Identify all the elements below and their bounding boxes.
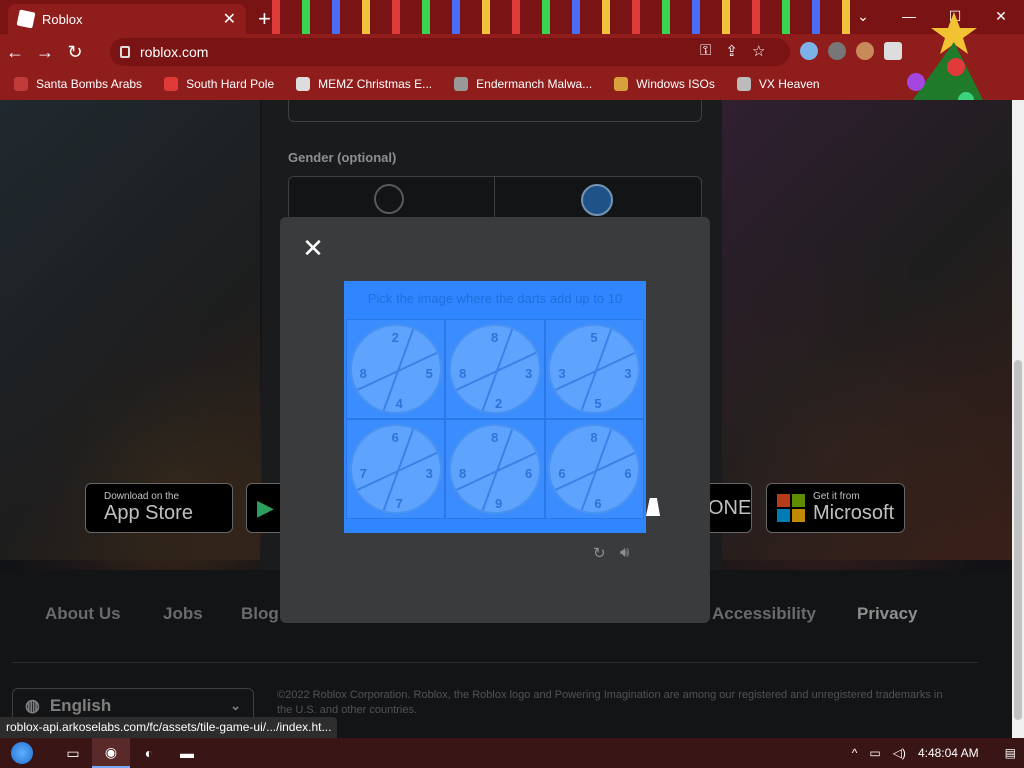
bookmark-label: MEMZ Christmas E... bbox=[318, 77, 433, 91]
dartboard-number: 4 bbox=[395, 396, 403, 411]
captcha-tile[interactable]: 8 8 2 3 bbox=[445, 319, 545, 419]
dartboard-number: 5 bbox=[594, 396, 602, 411]
bookmark-item[interactable]: Endermanch Malwa... bbox=[454, 77, 592, 91]
bookmark-item[interactable]: VX Heaven bbox=[736, 77, 820, 91]
dartboard-image: 2 8 4 5 bbox=[349, 324, 442, 414]
captcha-instruction: Pick the image where the darts add up to… bbox=[344, 281, 646, 317]
bookmark-label: Windows ISOs bbox=[636, 77, 715, 91]
dartboard-number: 8 bbox=[458, 366, 467, 381]
dartboard-number: 2 bbox=[391, 330, 399, 345]
dartboard-number: 6 bbox=[558, 466, 566, 481]
file-explorer-taskbar-icon[interactable]: ▬ bbox=[168, 738, 206, 768]
bookmark-favicon-icon bbox=[736, 77, 751, 91]
start-button[interactable] bbox=[0, 738, 44, 768]
bookmark-item[interactable]: South Hard Pole bbox=[164, 77, 274, 91]
dartboard-number: 6 bbox=[594, 496, 602, 511]
dartboard-number: 8 bbox=[458, 466, 467, 481]
dartboard-number: 8 bbox=[490, 430, 499, 445]
address-bar[interactable]: roblox.com bbox=[110, 38, 790, 66]
dartboard-number: 6 bbox=[391, 430, 399, 445]
dartboard-number: 2 bbox=[494, 396, 503, 411]
bookmark-label: South Hard Pole bbox=[186, 77, 275, 91]
dartboard-number: 6 bbox=[524, 466, 533, 481]
windows-orb-icon bbox=[11, 742, 33, 764]
dartboard-image: 8 6 6 6 bbox=[548, 424, 641, 514]
firefox-taskbar-icon[interactable]: ◐ bbox=[130, 738, 168, 768]
bookmark-label: Endermanch Malwa... bbox=[476, 77, 593, 91]
lock-icon[interactable] bbox=[120, 46, 130, 58]
dartboard-number: 5 bbox=[425, 366, 433, 381]
extension-icon[interactable] bbox=[828, 42, 846, 60]
page-scrollbar[interactable] bbox=[1012, 100, 1024, 738]
captcha-tile[interactable]: 8 6 6 6 bbox=[544, 419, 644, 519]
forward-icon[interactable]: → bbox=[30, 42, 60, 63]
status-bar-url: roblox-api.arkoselabs.com/fc/assets/tile… bbox=[0, 717, 338, 738]
christmas-lights-decoration bbox=[250, 0, 850, 34]
dartboard-number: 7 bbox=[359, 466, 367, 481]
bookmark-item[interactable]: MEMZ Christmas E... bbox=[296, 77, 432, 91]
dartboard-number: 3 bbox=[558, 366, 566, 381]
dartboard-image: 8 8 2 3 bbox=[448, 324, 541, 414]
dartboard-number: 3 bbox=[624, 366, 632, 381]
scroll-thumb[interactable] bbox=[1014, 360, 1022, 720]
captcha-tile[interactable]: 6 7 7 3 bbox=[346, 419, 446, 519]
close-tab-icon[interactable]: ✕ bbox=[223, 9, 236, 29]
captcha-tile[interactable]: 5 3 5 3 bbox=[544, 319, 644, 419]
dartboard-number: 8 bbox=[590, 430, 598, 445]
omnibox-actions: ⚿ ⇪ ☆ bbox=[700, 42, 765, 60]
bookmark-favicon-icon bbox=[614, 77, 629, 91]
url-text: roblox.com bbox=[140, 44, 209, 60]
system-tray: ^ ▭ ◁) 4:48:04 AM ▤ bbox=[852, 746, 1024, 760]
chrome-taskbar-icon[interactable]: ◉ bbox=[92, 738, 130, 768]
bookmark-favicon-icon bbox=[454, 77, 469, 91]
bookmark-favicon-icon bbox=[14, 77, 28, 91]
dartboard-number: 6 bbox=[624, 466, 632, 481]
roblox-favicon-icon bbox=[16, 9, 36, 29]
bookmark-item[interactable]: Windows ISOs bbox=[614, 77, 715, 91]
share-icon[interactable]: ⇪ bbox=[725, 42, 738, 60]
captcha-tile[interactable]: 2 8 4 5 bbox=[346, 319, 446, 419]
bookmark-label: VX Heaven bbox=[758, 77, 820, 91]
clock[interactable]: 4:48:04 AM bbox=[918, 746, 979, 760]
back-icon[interactable]: ← bbox=[0, 42, 30, 63]
network-icon[interactable]: ▭ bbox=[869, 746, 880, 760]
bookmark-star-icon[interactable]: ☆ bbox=[752, 42, 765, 60]
task-view-icon[interactable]: ▭ bbox=[54, 738, 92, 768]
tab-roblox[interactable]: Roblox ✕ bbox=[8, 4, 246, 34]
extension-icon[interactable] bbox=[800, 42, 818, 60]
notifications-icon[interactable]: ▤ bbox=[1005, 746, 1016, 760]
captcha-tile[interactable]: 8 8 9 6 bbox=[445, 419, 545, 519]
dartboard-number: 5 bbox=[590, 330, 598, 345]
dartboard-number: 3 bbox=[425, 466, 433, 481]
volume-icon[interactable]: ◁) bbox=[893, 746, 906, 760]
dartboard-number: 8 bbox=[490, 330, 499, 345]
tab-title: Roblox bbox=[42, 11, 83, 27]
captcha-grid: 2 8 4 5 8 8 2 3 5 3 5 3 6 7 7 3 8 8 9 6 8 6 6 6 bbox=[346, 319, 644, 519]
captcha-footer-bar bbox=[344, 519, 646, 533]
new-tab-icon[interactable]: + bbox=[258, 6, 271, 32]
dartboard-image: 6 7 7 3 bbox=[349, 424, 442, 514]
dartboard-image: 8 8 9 6 bbox=[448, 424, 541, 514]
bookmark-label: Santa Bombs Arabs bbox=[36, 77, 143, 91]
dartboard-number: 8 bbox=[359, 366, 367, 381]
bookmark-favicon-icon bbox=[164, 77, 179, 91]
bookmark-item[interactable]: Santa Bombs Arabs bbox=[14, 77, 142, 91]
close-icon[interactable]: ✕ bbox=[302, 235, 324, 261]
key-icon[interactable]: ⚿ bbox=[700, 42, 711, 60]
dartboard-number: 9 bbox=[494, 496, 503, 511]
dartboard-number: 7 bbox=[395, 496, 403, 511]
dartboard-image: 5 3 5 3 bbox=[548, 324, 641, 414]
bookmark-favicon-icon bbox=[296, 77, 311, 91]
audio-icon[interactable]: 🔊︎ bbox=[620, 544, 629, 561]
dartboard-number: 3 bbox=[524, 366, 533, 381]
refresh-icon[interactable]: ↻ bbox=[593, 544, 606, 562]
reload-icon[interactable]: ↻ bbox=[60, 42, 90, 63]
tray-chevron-icon[interactable]: ^ bbox=[852, 746, 858, 760]
windows-taskbar: ▭ ◉ ◐ ▬ ^ ▭ ◁) 4:48:04 AM ▤ bbox=[0, 738, 1024, 768]
